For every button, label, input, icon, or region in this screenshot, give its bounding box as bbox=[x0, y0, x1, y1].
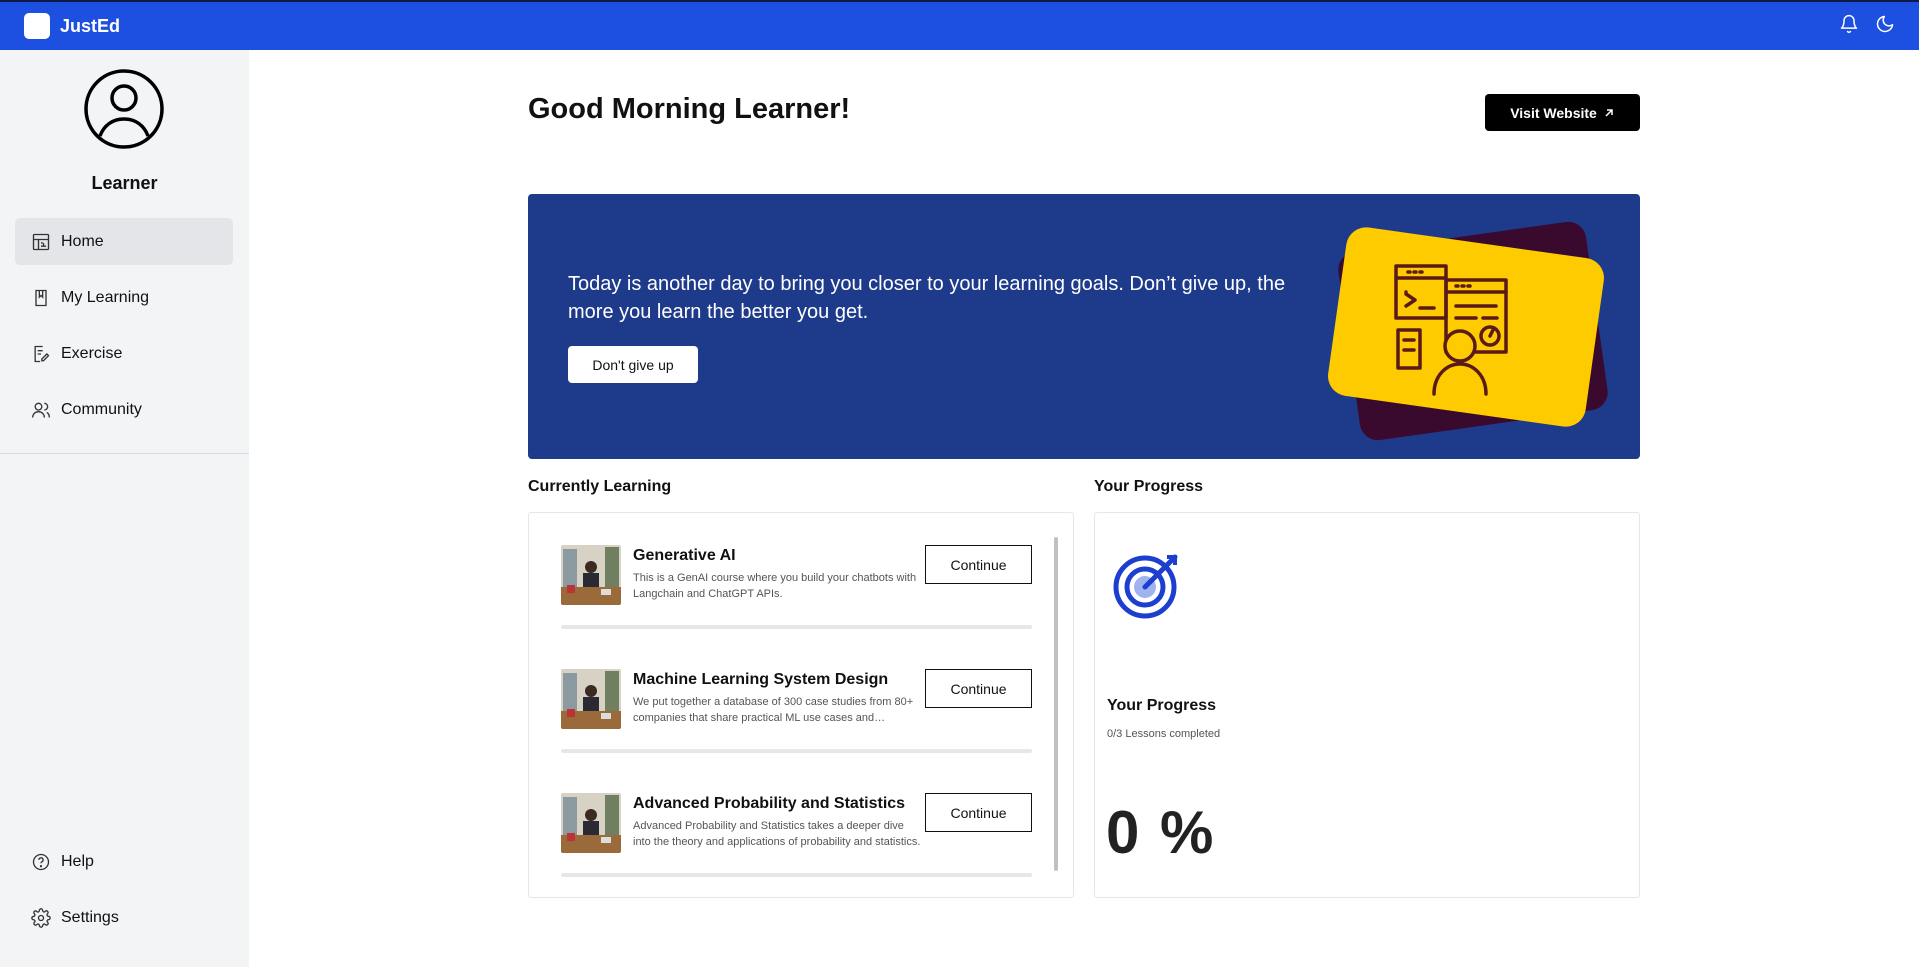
course-progress-bar bbox=[561, 625, 1032, 629]
top-bar: JustEd bbox=[0, 0, 1919, 50]
main-content: Good Morning Learner! Visit Website Toda… bbox=[249, 50, 1919, 967]
page-title: Good Morning Learner! bbox=[528, 93, 851, 125]
sidebar-divider bbox=[0, 453, 249, 454]
community-icon bbox=[32, 402, 50, 418]
target-icon bbox=[1113, 554, 1178, 619]
course-thumbnail[interactable] bbox=[561, 545, 621, 605]
app-logo bbox=[24, 13, 50, 39]
user-name: Learner bbox=[91, 173, 158, 193]
course-list-scrollbar[interactable] bbox=[1053, 533, 1059, 879]
course-title[interactable]: Machine Learning System Design bbox=[633, 671, 923, 689]
brand[interactable]: JustEd bbox=[24, 13, 120, 39]
book-icon bbox=[35, 289, 47, 306]
sidebar-item-home[interactable]: Home bbox=[15, 218, 233, 265]
motivation-banner: Today is another day to bring you closer… bbox=[528, 194, 1640, 459]
scrollbar-thumb[interactable] bbox=[1054, 537, 1058, 871]
progress-percent: 0 % bbox=[1106, 799, 1216, 866]
exercise-icon bbox=[34, 345, 50, 362]
dont-give-up-button[interactable]: Don't give up bbox=[568, 346, 698, 383]
continue-button[interactable]: Continue bbox=[925, 793, 1032, 832]
visit-website-label: Visit Website bbox=[1510, 104, 1597, 121]
course-description: We put together a database of 300 case s… bbox=[633, 696, 914, 724]
sidebar-item-help[interactable]: Help bbox=[15, 838, 233, 885]
sidebar-item-label: Settings bbox=[61, 908, 119, 926]
external-link-icon bbox=[1605, 108, 1613, 117]
progress-card: Your Progress 0/3 Lessons completed 0 % bbox=[1094, 512, 1640, 898]
sidebar-item-exercise[interactable]: Exercise bbox=[15, 330, 233, 377]
continue-button[interactable]: Continue bbox=[925, 669, 1032, 708]
course-description: This is a GenAI course where you build y… bbox=[633, 572, 917, 600]
course-thumbnail[interactable] bbox=[561, 793, 621, 853]
course-title[interactable]: Advanced Probability and Statistics bbox=[633, 795, 923, 813]
progress-title: Your Progress bbox=[1107, 697, 1217, 714]
learning-illustration bbox=[1328, 221, 1608, 441]
continue-button[interactable]: Continue bbox=[925, 545, 1032, 584]
sidebar-item-my-learning[interactable]: My Learning bbox=[15, 274, 233, 321]
gear-icon bbox=[31, 907, 51, 928]
visit-website-button[interactable]: Visit Website bbox=[1485, 94, 1640, 131]
bell-icon[interactable] bbox=[1839, 14, 1859, 39]
help-icon bbox=[32, 853, 50, 870]
app-name: JustEd bbox=[60, 15, 121, 36]
currently-learning-card: Generative AI This is a GenAI course whe… bbox=[528, 512, 1074, 898]
sidebar-item-community[interactable]: Community bbox=[15, 386, 233, 433]
sidebar-item-label: Community bbox=[61, 400, 142, 418]
sidebar-nav: Home My Learning Exercise Community bbox=[15, 218, 233, 442]
lessons-completed: 0/3 Lessons completed bbox=[1107, 728, 1221, 740]
sidebar-item-label: Home bbox=[61, 232, 104, 250]
course-progress-bar bbox=[561, 749, 1032, 753]
course-thumbnail[interactable] bbox=[561, 669, 621, 729]
sidebar-item-label: Help bbox=[61, 852, 94, 870]
home-icon bbox=[32, 233, 50, 250]
course-title[interactable]: Generative AI bbox=[633, 547, 923, 565]
moon-icon[interactable] bbox=[1875, 14, 1895, 39]
currently-learning-heading: Currently Learning bbox=[528, 478, 672, 495]
sidebar-item-settings[interactable]: Settings bbox=[15, 894, 233, 941]
header-actions bbox=[1839, 14, 1895, 39]
avatar[interactable] bbox=[83, 68, 165, 150]
course-description: Advanced Probability and Statistics take… bbox=[633, 820, 921, 848]
sidebar-bottom-nav: Help Settings bbox=[15, 838, 233, 950]
your-progress-heading: Your Progress bbox=[1094, 478, 1204, 495]
banner-text: Today is another day to bring you closer… bbox=[568, 273, 1286, 323]
sidebar-item-label: Exercise bbox=[61, 344, 123, 362]
sidebar-item-label: My Learning bbox=[61, 288, 150, 306]
course-progress-bar bbox=[561, 873, 1032, 877]
sidebar: Learner Home My Learning Exercise Commun… bbox=[0, 50, 249, 967]
